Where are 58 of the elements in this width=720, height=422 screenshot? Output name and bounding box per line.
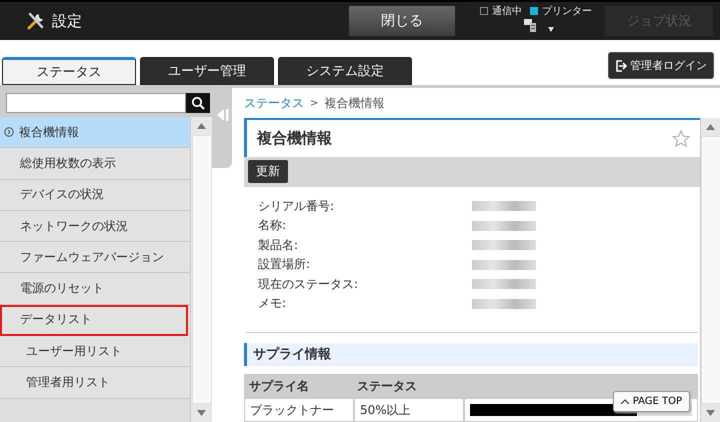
field-label: 製品名:	[258, 236, 300, 254]
tools-icon	[26, 11, 46, 31]
sidebar-item[interactable]: 複合機情報	[0, 117, 190, 148]
search-field[interactable]	[6, 93, 186, 113]
redacted-value	[472, 260, 536, 270]
column-header: サプライ名	[244, 374, 352, 398]
tab[interactable]: システム設定	[278, 57, 412, 85]
tab[interactable]: ステータス	[2, 57, 136, 85]
sidebar-item[interactable]: ユーザー用リスト	[0, 336, 190, 368]
field-label: 設置場所:	[258, 256, 312, 274]
redacted-value	[472, 240, 536, 250]
scroll-down-icon[interactable]	[706, 410, 715, 416]
scroll-down-icon[interactable]	[197, 410, 206, 416]
scrollbar[interactable]	[190, 117, 212, 422]
search-icon	[191, 96, 205, 110]
indicator-label: 通信中	[492, 4, 522, 18]
table-cell: 50%以上	[354, 398, 464, 422]
section-title: サプライ情報	[253, 346, 331, 364]
redacted-value	[472, 201, 536, 212]
breadcrumb-separator: >	[310, 98, 318, 108]
indicator-label: プリンター	[542, 4, 592, 18]
table-cell: ブラックトナー	[244, 398, 354, 422]
breadcrumb-current: 複合機情報	[324, 94, 384, 112]
caret-icon[interactable]	[548, 27, 554, 32]
sidebar-item[interactable]: ファームウェアバージョン	[0, 242, 190, 274]
scrollbar[interactable]	[700, 118, 720, 422]
sidebar-item[interactable]: 電源のリセット	[0, 273, 190, 305]
sidebar-item[interactable]: 管理者用リスト	[0, 367, 190, 399]
panel-title: 複合機情報	[257, 129, 332, 148]
sidebar-item[interactable]: ネットワークの状況	[0, 210, 190, 242]
collapse-icon	[215, 108, 229, 122]
field-label: シリアル番号:	[258, 198, 336, 215]
tab[interactable]: ユーザー管理	[140, 57, 274, 85]
admin-login-button[interactable]: 管理者ログイン	[608, 52, 714, 79]
field-label: 名称:	[258, 217, 288, 234]
search-button[interactable]	[186, 93, 210, 113]
breadcrumb-link[interactable]: ステータス	[244, 94, 304, 112]
field-label: メモ:	[258, 295, 288, 312]
app-title: 設定	[52, 12, 82, 30]
refresh-button[interactable]: 更新	[248, 160, 288, 184]
column-header: ステータス	[352, 374, 460, 398]
sidebar-item[interactable]: データリスト	[0, 304, 188, 336]
sidebar-item[interactable]: デバイスの状況	[0, 180, 190, 211]
redacted-value	[472, 279, 536, 290]
page-top-button[interactable]: PAGE TOP	[612, 391, 690, 412]
field-label: 現在のステータス:	[258, 276, 360, 293]
star-icon[interactable]	[672, 130, 690, 148]
redacted-value	[472, 298, 536, 309]
collapse-handle[interactable]	[212, 88, 232, 168]
sidebar-item[interactable]: 総使用枚数の表示	[0, 148, 190, 180]
scroll-up-icon[interactable]	[706, 124, 715, 130]
close-button[interactable]: 閉じる	[348, 5, 456, 37]
up-chevron-icon	[620, 399, 629, 404]
redacted-value	[472, 220, 536, 231]
scroll-up-icon[interactable]	[197, 123, 206, 129]
chevron-circle-icon	[4, 127, 14, 138]
login-icon	[615, 60, 627, 72]
printer-icon	[524, 18, 538, 32]
